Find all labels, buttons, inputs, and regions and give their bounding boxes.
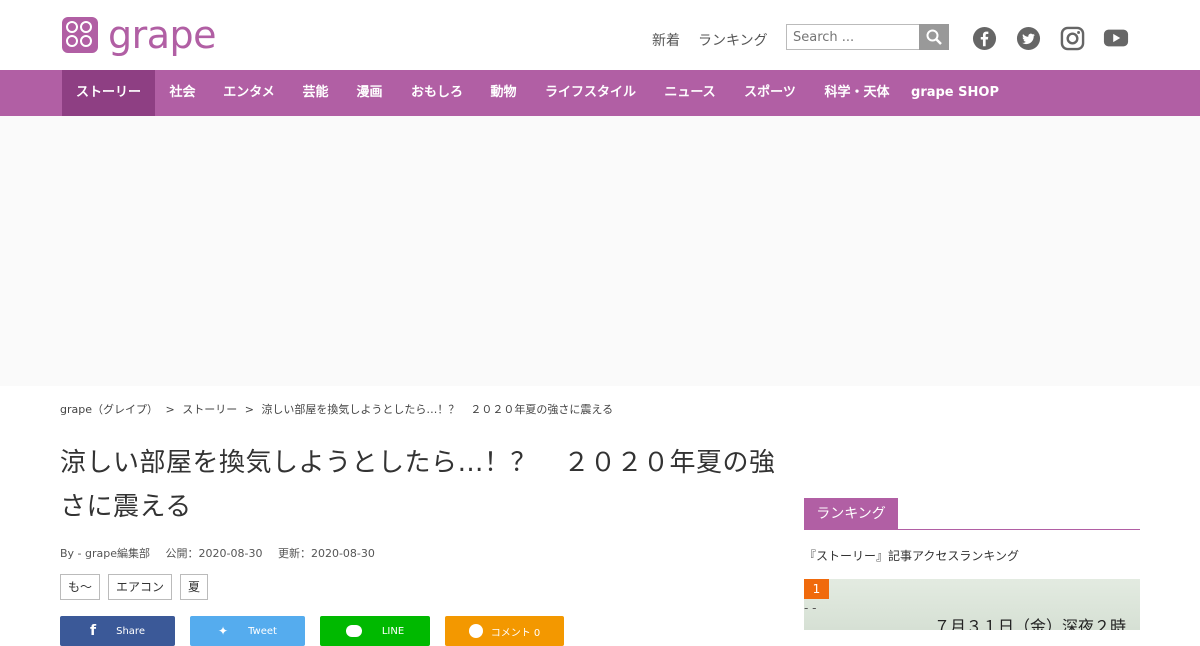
ranking-divider: [804, 529, 1140, 530]
comment-icon: [468, 624, 483, 638]
breadcrumb-separator: >: [165, 403, 175, 416]
ad-banner-area: [0, 116, 1200, 386]
breadcrumb-current: 涼しい部屋を換気しようとしたら…！？ ２０２０年夏の強さに震える: [261, 403, 614, 416]
instagram-link[interactable]: [1059, 25, 1085, 51]
tag-mo[interactable]: も～: [60, 574, 101, 600]
line-share-icon: [345, 625, 362, 637]
article-meta: By - grape編集部 公開：2020-08-30 更新：2020-08-3…: [60, 545, 375, 561]
line-share-label: LINE: [381, 625, 405, 637]
nav-item-story[interactable]: ストーリー: [62, 70, 155, 116]
logo-text: grape: [108, 13, 217, 57]
line-share-button[interactable]: LINE: [320, 616, 430, 646]
facebook-share-button[interactable]: f Share: [60, 616, 175, 646]
ranking-subtitle: 『ストーリー』記事アクセスランキング: [804, 549, 1020, 563]
category-nav: ストーリー 社会 エンタメ 芸能 漫画 おもしろ 動物 ライフスタイル ニュース…: [0, 70, 1200, 116]
comment-label: コメント 0: [490, 627, 541, 639]
nav-item-omoshiro[interactable]: おもしろ: [401, 70, 473, 116]
breadcrumb: grape（グレイプ） > ストーリー > 涼しい部屋を換気しようとしたら…！？…: [60, 401, 613, 417]
facebook-link[interactable]: [971, 25, 997, 51]
ranking-item-thumbnail[interactable]: - - ７月３１日（金）深夜２時: [804, 579, 1140, 630]
twitter-icon: [1016, 26, 1040, 50]
article-updated: 更新：2020-08-30: [277, 547, 375, 560]
tag-summer[interactable]: 夏: [180, 574, 209, 600]
nav-item-lifestyle[interactable]: ライフスタイル: [535, 70, 646, 116]
thumbnail-dash-mark: - -: [804, 601, 817, 615]
ranking-heading: ランキング: [804, 498, 898, 530]
nav-item-news[interactable]: ニュース: [655, 70, 725, 116]
breadcrumb-separator: >: [244, 403, 254, 416]
youtube-icon: [1103, 29, 1129, 47]
search-input[interactable]: [786, 24, 920, 50]
breadcrumb-home[interactable]: grape（グレイプ）: [60, 403, 158, 416]
twitter-share-icon: ✦: [218, 624, 229, 638]
ranking-number-badge: 1: [804, 579, 829, 599]
tweet-label: Tweet: [248, 625, 277, 637]
facebook-share-icon: f: [90, 623, 97, 639]
article-author: By - grape編集部: [60, 547, 151, 560]
facebook-icon: [972, 26, 996, 50]
breadcrumb-category[interactable]: ストーリー: [182, 403, 237, 416]
instagram-icon: [1060, 26, 1084, 50]
nav-item-grape-shop[interactable]: grape SHOP: [908, 70, 1002, 116]
tag-aircon[interactable]: エアコン: [108, 574, 173, 600]
nav-item-geinou[interactable]: 芸能: [293, 70, 338, 116]
twitter-link[interactable]: [1015, 25, 1041, 51]
article-published: 公開：2020-08-30: [165, 547, 263, 560]
header-link-new[interactable]: 新着: [652, 30, 680, 50]
site-header: grape 新着 ランキング: [0, 0, 1200, 70]
search-icon: [926, 29, 942, 45]
nav-item-manga[interactable]: 漫画: [347, 70, 392, 116]
nav-item-sports[interactable]: スポーツ: [734, 70, 806, 116]
grape-logo-icon: [62, 17, 98, 53]
nav-item-society[interactable]: 社会: [160, 70, 205, 116]
search-button[interactable]: [919, 24, 949, 50]
youtube-link[interactable]: [1103, 25, 1129, 51]
nav-item-animals[interactable]: 動物: [481, 70, 526, 116]
article-title: 涼しい部屋を換気しようとしたら…！？ ２０２０年夏の強さに震える: [60, 448, 776, 522]
nav-item-science[interactable]: 科学・天体: [814, 70, 900, 116]
nav-item-entertainment[interactable]: エンタメ: [214, 70, 284, 116]
comment-button[interactable]: コメント 0: [445, 616, 564, 646]
ranking-thumbnail-text: ７月３１日（金）深夜２時: [934, 617, 1127, 630]
site-logo[interactable]: grape: [62, 13, 217, 57]
facebook-share-label: Share: [116, 625, 145, 637]
tweet-button[interactable]: ✦ Tweet: [190, 616, 305, 646]
header-link-ranking[interactable]: ランキング: [698, 30, 768, 50]
